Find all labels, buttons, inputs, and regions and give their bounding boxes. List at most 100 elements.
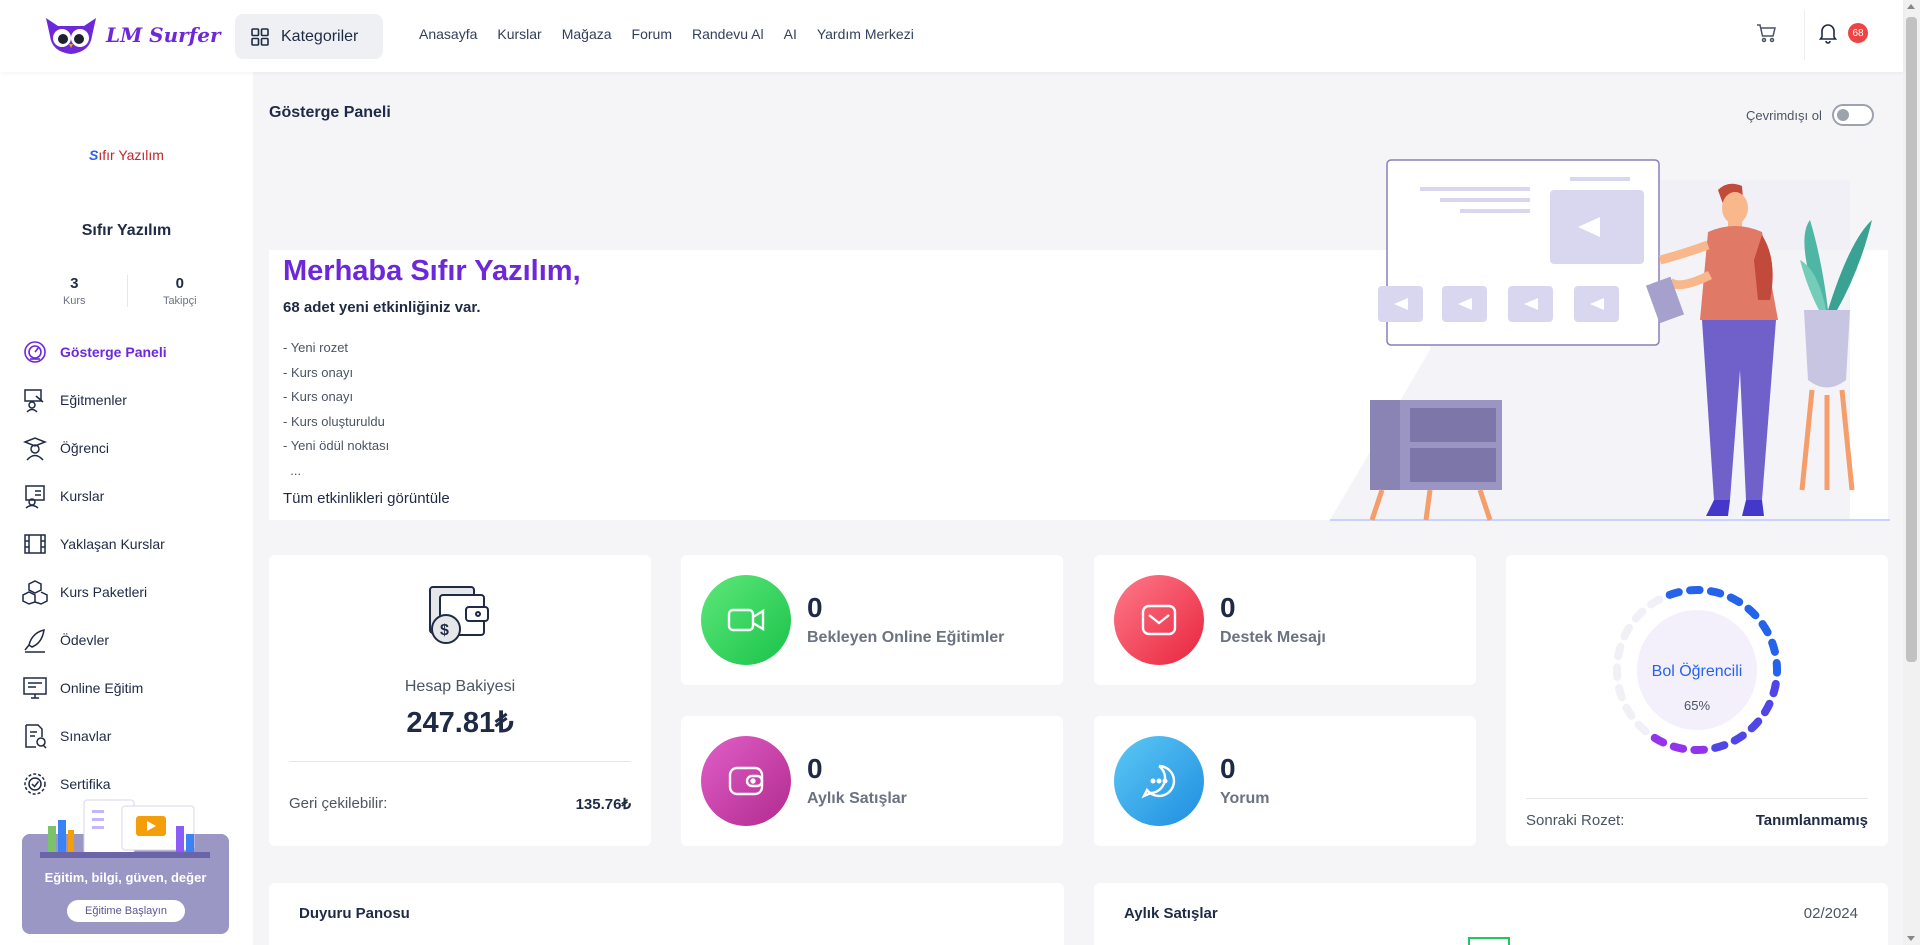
stat-value: 0 — [1220, 753, 1236, 784]
divider — [289, 761, 631, 762]
logo[interactable]: LM Surfer — [40, 14, 221, 56]
dashboard-icon — [24, 341, 46, 363]
scroll-down-arrow[interactable] — [1907, 936, 1915, 941]
nav-link-magaza[interactable]: Mağaza — [562, 26, 612, 42]
profile-stats: 3 Kurs 0 Takipçi — [22, 275, 232, 307]
withdrawable-label: Geri çekilebilir: — [289, 795, 388, 812]
profile-name: Sıfır Yazılım — [81, 222, 172, 239]
progress-segment-filled — [1706, 587, 1725, 598]
sidebar-item-courses[interactable]: Kurslar — [22, 472, 167, 520]
books-illustration — [40, 799, 210, 858]
exam-icon — [25, 724, 47, 749]
progress-segment-filled — [1758, 620, 1772, 637]
sales-chart-bar — [1468, 937, 1510, 945]
sidebar-menu: Gösterge Paneli Eğitmenler Öğrenci Kursl… — [22, 328, 167, 808]
courses-icon — [25, 485, 45, 509]
progress-segment-filled — [1768, 638, 1779, 656]
bell-icon[interactable] — [1818, 22, 1838, 44]
sidebar-item-dashboard[interactable]: Gösterge Paneli — [22, 328, 167, 376]
main-nav: Anasayfa Kurslar Mağaza Forum Randevu Al… — [419, 26, 914, 42]
sidebar-item-label: Yaklaşan Kurslar — [60, 536, 165, 552]
stat-icon-circle — [1114, 575, 1204, 665]
activity-item: - Kurs onayı — [283, 364, 354, 380]
sidebar-item-label: Ödevler — [60, 632, 110, 648]
stat-value: 0 — [1220, 592, 1236, 623]
stat-card-support-messages[interactable]: 0 Destek Mesajı — [1094, 555, 1476, 685]
progress-segment-filled — [1726, 593, 1744, 607]
activity-item: - Yeni ödül noktası — [283, 438, 390, 454]
stat-card-comments[interactable]: 0 Yorum — [1094, 716, 1476, 846]
progress-segment-empty — [1614, 642, 1625, 661]
sidebar-item-label: Öğrenci — [60, 440, 110, 456]
instructor-icon — [24, 389, 44, 413]
nav-link-ai[interactable]: AI — [784, 26, 797, 42]
stat-label: Aylık Satışlar — [807, 790, 907, 807]
nav-link-help[interactable]: Yardım Merkezi — [817, 26, 914, 42]
progress-segment-filled — [1730, 731, 1747, 745]
sidebar-item-label: Sınavlar — [60, 728, 112, 744]
mail-icon — [1141, 604, 1177, 636]
stat-icon-circle — [701, 736, 791, 826]
stat-card-monthly-sales[interactable]: 0 Aylık Satışlar — [681, 716, 1063, 846]
chat-icon — [1141, 764, 1176, 799]
cart-icon[interactable] — [1756, 22, 1778, 44]
stat-followers-label: Takipçi — [162, 295, 197, 307]
sidebar-item-students[interactable]: Öğrenci — [22, 424, 167, 472]
sidebar-item-label: Kurslar — [60, 488, 105, 504]
film-icon — [24, 534, 46, 554]
promo-text: Eğitim, bilgi, güven, değer — [44, 870, 207, 885]
withdrawable-value: 135.76₺ — [575, 796, 631, 813]
sidebar-item-exams[interactable]: Sınavlar — [22, 712, 167, 760]
categories-label: Kategoriler — [281, 27, 359, 45]
nav-link-anasayfa[interactable]: Anasayfa — [419, 26, 477, 42]
nav-link-kurslar[interactable]: Kurslar — [497, 26, 541, 42]
view-all-activities-link[interactable]: Tüm etkinlikleri görüntüle — [283, 490, 450, 507]
progress-segment-empty — [1631, 607, 1647, 623]
next-badge-value: Tanımlanmamış — [1755, 812, 1868, 829]
progress-segment-filled — [1665, 588, 1683, 599]
stat-followers: 0 Takipçi — [126, 275, 233, 307]
activity-item: - Yeni rozet — [283, 340, 349, 355]
categories-button[interactable]: Kategoriler — [235, 14, 383, 59]
announcement-board-card: Duyuru Panosu — [269, 883, 1064, 945]
promo-start-button[interactable]: Eğitime Başlayın — [67, 900, 185, 922]
balance-card: $ Hesap Bakiyesi 247.81₺ Geri çekilebili… — [269, 555, 651, 846]
sidebar-item-label: Gösterge Paneli — [60, 344, 167, 360]
sidebar-item-label: Eğitmenler — [60, 392, 127, 408]
offline-toggle[interactable] — [1831, 104, 1874, 126]
progress-segment-filled — [1744, 604, 1760, 620]
offline-toggle-group: Çevrimdışı ol — [1746, 104, 1874, 126]
activity-item: - Kurs oluşturuldu — [283, 413, 385, 429]
progress-segment-filled — [1747, 717, 1763, 733]
welcome-greeting: Merhaba Sıfır Yazılım, — [283, 255, 581, 287]
next-badge-label: Sonraki Rozet: — [1526, 812, 1625, 829]
scroll-up-arrow[interactable] — [1907, 4, 1915, 9]
sidebar-item-upcoming-courses[interactable]: Yaklaşan Kurslar — [22, 520, 167, 568]
sidebar-item-label: Sertifika — [60, 776, 111, 792]
stat-followers-value: 0 — [175, 275, 184, 292]
monitor-icon — [23, 677, 47, 699]
sidebar-brand-logo: Sıfır Yazılım — [0, 147, 253, 163]
stat-card-pending-online[interactable]: 0 Bekleyen Online Eğitimler — [681, 555, 1063, 685]
svg-text:$: $ — [440, 622, 449, 639]
video-camera-icon — [727, 608, 765, 632]
badge-title: Bol Öğrencili — [1651, 663, 1743, 680]
scroll-thumb[interactable] — [1906, 17, 1917, 662]
stat-label: Bekleyen Online Eğitimler — [807, 629, 1005, 646]
nav-link-randevu[interactable]: Randevu Al — [692, 26, 764, 42]
progress-segment-empty — [1634, 720, 1650, 736]
sidebar-item-label: Kurs Paketleri — [60, 584, 148, 600]
page-scrollbar[interactable] — [1903, 0, 1920, 945]
stat-icon-circle — [1114, 736, 1204, 826]
sidebar-item-assignments[interactable]: Ödevler — [22, 616, 167, 664]
sidebar-item-course-packages[interactable]: Kurs Paketleri — [22, 568, 167, 616]
nav-link-forum[interactable]: Forum — [632, 26, 672, 42]
teacher-illustration — [1330, 159, 1890, 521]
monthly-sales-date: 02/2024 — [1803, 905, 1858, 922]
badge-percent: 65% — [1683, 698, 1711, 713]
progress-segment-filled — [1669, 742, 1688, 753]
stat-label: Destek Mesajı — [1220, 629, 1326, 646]
sidebar-item-online-education[interactable]: Online Eğitim — [22, 664, 167, 712]
sidebar-item-instructors[interactable]: Eğitmenler — [22, 376, 167, 424]
stat-value: 0 — [807, 592, 823, 623]
